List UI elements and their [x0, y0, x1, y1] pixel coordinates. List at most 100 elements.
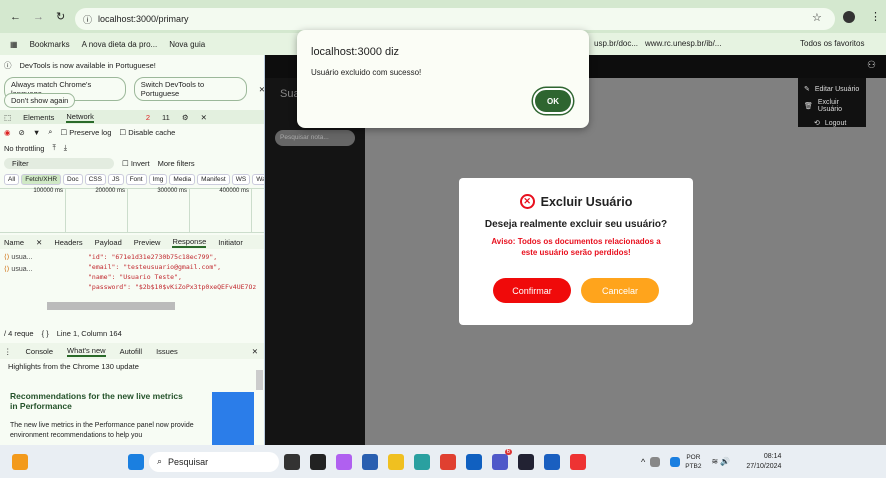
close-icon[interactable]: ✕	[201, 113, 207, 122]
close-icon[interactable]: ✕	[252, 347, 258, 356]
wifi-icon[interactable]: ≋ 🔊	[712, 457, 731, 466]
gear-icon[interactable]: ⚙	[182, 113, 189, 122]
dropbox-icon[interactable]	[310, 453, 326, 470]
copilot-icon[interactable]	[336, 453, 352, 470]
tab-issues[interactable]: Issues	[156, 347, 178, 356]
menu-edit-user[interactable]: ✎ Editar Usuário	[798, 82, 866, 96]
tab-network[interactable]: Network	[66, 112, 94, 123]
weather-icon[interactable]	[12, 453, 28, 470]
clock[interactable]: 08:14 27/10/2024	[746, 452, 781, 472]
ok-button[interactable]: OK	[533, 88, 573, 114]
tab-autofill[interactable]: Autofill	[120, 347, 143, 356]
type-filter-ws[interactable]: WS	[231, 174, 251, 185]
request-item[interactable]: ⟨⟩ usua...	[4, 252, 32, 264]
inspect-icon[interactable]: ⬚	[4, 113, 11, 122]
bookmark-item[interactable]: Bookmarks	[30, 40, 70, 49]
cancel-button[interactable]: Cancelar	[581, 278, 659, 303]
menu-delete-user[interactable]: 🗑 Excluir Usuário	[798, 96, 866, 116]
teams-icon[interactable]: 6	[492, 448, 512, 470]
type-filter-fetchxhr[interactable]: Fetch/XHR	[21, 174, 62, 185]
timeline-tick: 200000 ms	[66, 188, 128, 233]
snipping-icon[interactable]	[570, 453, 586, 470]
chevron-up-icon[interactable]: ^	[641, 457, 645, 467]
modal-warning: Aviso: Todos os documentos relacionados …	[491, 237, 661, 257]
tab-console[interactable]: Console	[26, 347, 54, 356]
filter-icon[interactable]: ▼	[33, 128, 40, 137]
error-count[interactable]: 2	[146, 113, 150, 122]
store-icon[interactable]	[362, 453, 378, 470]
bookmark-item[interactable]: Todos os favoritos	[800, 39, 864, 48]
disable-cache-checkbox[interactable]: ☐ Disable cache	[119, 128, 175, 137]
menu-logout[interactable]: ⟲ Logout	[798, 116, 866, 130]
type-filter-doc[interactable]: Doc	[63, 174, 83, 185]
address-bar[interactable]: ⓘ localhost:3000/primary	[75, 8, 835, 30]
confirm-button[interactable]: Confirmar	[493, 278, 571, 303]
avatar[interactable]	[843, 11, 855, 23]
menu-icon[interactable]: ⋮	[870, 10, 881, 23]
article-title: Recommendations for the new live metrics…	[10, 391, 183, 411]
vertical-scrollbar[interactable]	[256, 370, 263, 390]
type-filter-img[interactable]: Img	[148, 174, 168, 185]
user-menu: ✎ Editar Usuário 🗑 Excluir Usuário ⟲ Logout	[798, 78, 866, 127]
forward-icon[interactable]: →	[33, 11, 44, 23]
tab-whats-new[interactable]: What's new	[67, 346, 106, 357]
edge-icon[interactable]	[414, 453, 430, 470]
tab-elements[interactable]: Elements	[23, 113, 54, 122]
upload-icon[interactable]: ⤒	[52, 143, 55, 153]
start-icon[interactable]	[128, 453, 144, 470]
language-indicator[interactable]: POR PTB2	[685, 453, 701, 471]
close-icon[interactable]: ✕	[36, 238, 42, 247]
search-input[interactable]: Pesquisar nota...	[275, 130, 355, 146]
type-filter-all[interactable]: All	[4, 174, 20, 185]
security-icon[interactable]	[650, 456, 661, 467]
request-item[interactable]: ⟨⟩ usua...	[4, 264, 32, 276]
type-filter-media[interactable]: Media	[169, 174, 196, 185]
clear-icon[interactable]: ⊘	[19, 128, 25, 137]
type-filter-manifest[interactable]: Manifest	[197, 174, 230, 185]
record-icon[interactable]: ◉	[4, 128, 11, 137]
message-count[interactable]: 11	[162, 113, 170, 122]
back-icon[interactable]: ←	[10, 11, 21, 23]
tab-initiator[interactable]: Initiator	[218, 238, 243, 247]
apps-icon[interactable]: ▦	[10, 40, 18, 49]
tab-preview[interactable]: Preview	[134, 238, 161, 247]
word-icon[interactable]	[544, 453, 560, 470]
response-line: }	[88, 292, 256, 302]
taskview-icon[interactable]	[284, 453, 300, 470]
tab-headers[interactable]: Headers	[54, 238, 82, 247]
format-icon[interactable]: { }	[42, 329, 49, 338]
type-filter-font[interactable]: Font	[125, 174, 147, 185]
invert-label: Invert	[130, 159, 150, 168]
chrome-icon[interactable]	[440, 453, 456, 470]
site-info-icon[interactable]: ⓘ	[83, 13, 92, 26]
type-filter-js[interactable]: JS	[107, 174, 124, 185]
more-icon[interactable]: ⋮	[4, 347, 12, 356]
reload-icon[interactable]: ↻	[56, 10, 65, 23]
tab-payload[interactable]: Payload	[95, 238, 122, 247]
horizontal-scrollbar[interactable]	[47, 302, 175, 310]
url-text: localhost:3000/primary	[98, 14, 189, 24]
bookmark-item[interactable]: www.rc.unesp.br/ib/...	[645, 39, 721, 48]
onedrive-icon[interactable]	[670, 456, 681, 467]
user-icon[interactable]: ⚇	[867, 60, 876, 71]
taskbar-search[interactable]: ⌕ Pesquisar	[149, 451, 279, 472]
search-icon[interactable]: ⌕	[48, 127, 52, 137]
tab-response[interactable]: Response	[172, 237, 207, 248]
throttle-select[interactable]: No throttling	[4, 144, 44, 153]
invert-checkbox[interactable]: ☐ Invert	[122, 159, 150, 168]
outlook-icon[interactable]	[466, 453, 482, 470]
bookmark-item[interactable]: usp.br/doc...	[594, 39, 638, 48]
star-icon[interactable]: ☆	[812, 11, 822, 24]
disable-cache-label: Disable cache	[128, 127, 176, 137]
download-icon[interactable]: ⤓	[64, 143, 67, 153]
type-filter-wasm[interactable]: Wasm	[252, 174, 264, 185]
terminal-icon[interactable]	[518, 453, 534, 470]
bookmark-item[interactable]: Nova guia	[169, 40, 205, 49]
folder-icon[interactable]	[388, 453, 404, 470]
filter-input[interactable]: Filter	[4, 158, 114, 169]
type-filter-css[interactable]: CSS	[84, 174, 106, 185]
preserve-log-checkbox[interactable]: ☐ Preserve log	[60, 128, 111, 137]
dont-show-button[interactable]: Don't show again	[4, 93, 76, 108]
more-filters-button[interactable]: More filters	[158, 159, 195, 168]
bookmark-item[interactable]: A nova dieta da pro...	[82, 40, 158, 49]
